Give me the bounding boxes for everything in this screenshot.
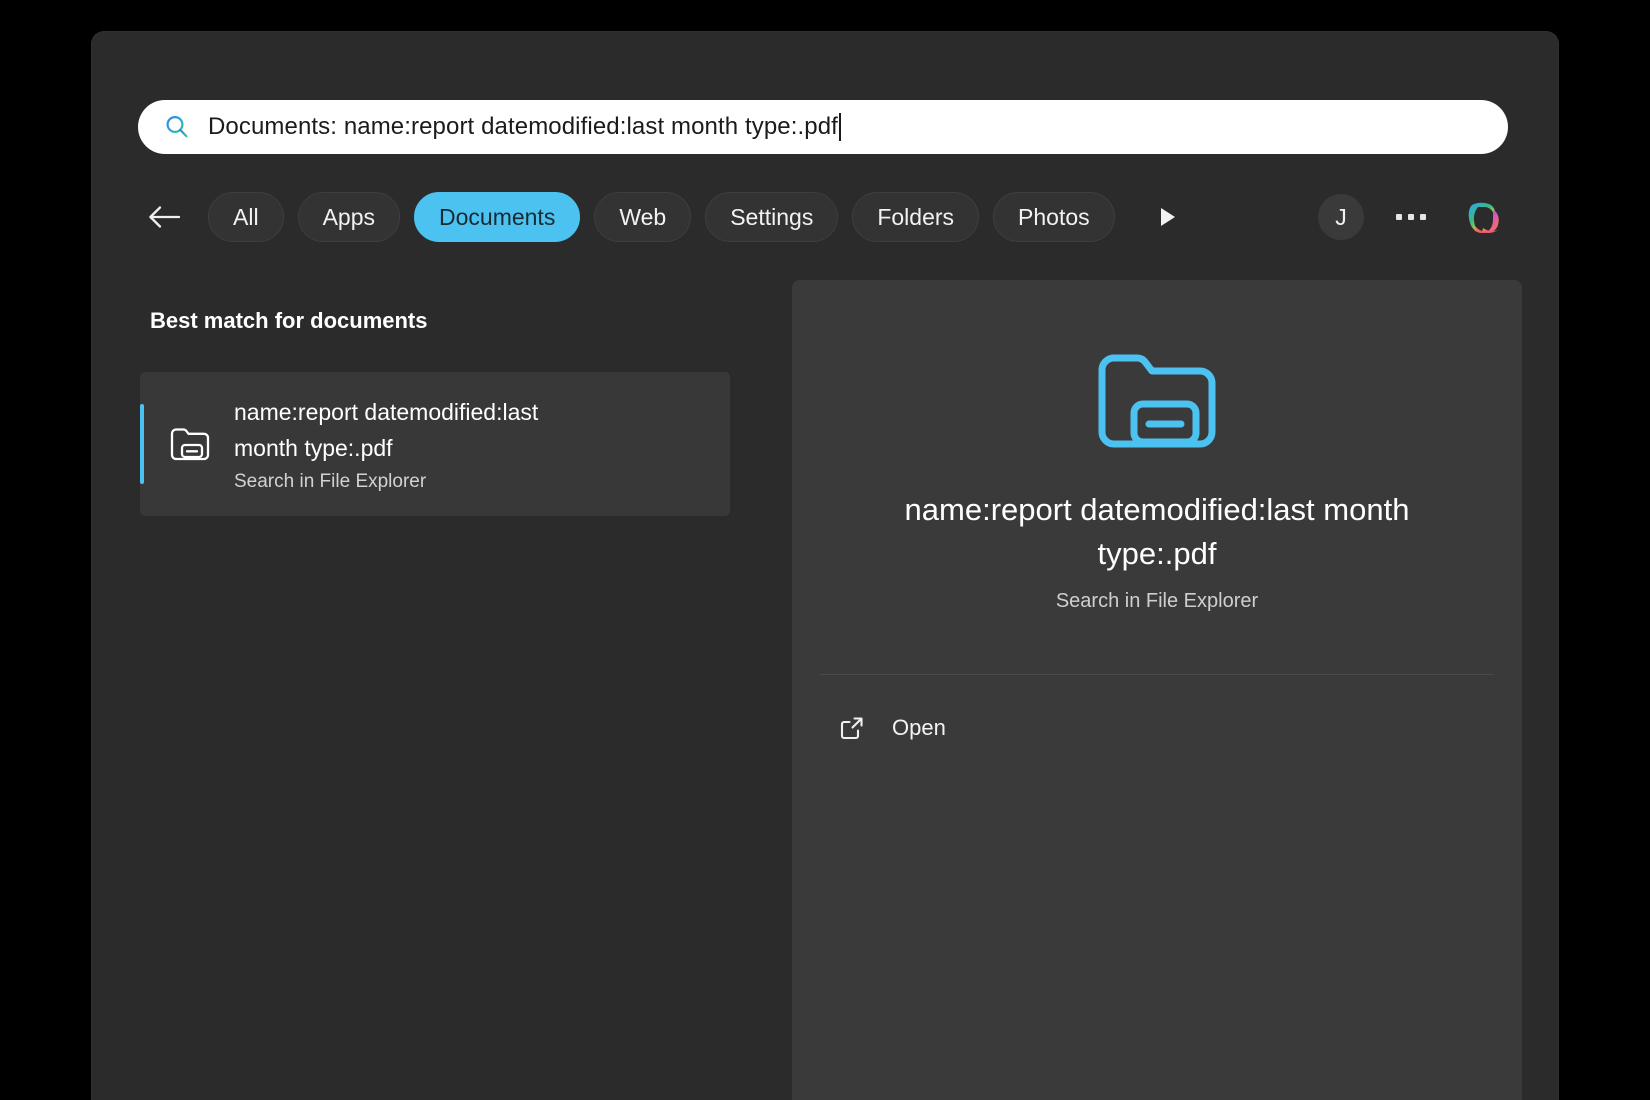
preview-pane: name:report datemodified:last month type… (792, 280, 1522, 1100)
search-icon (166, 115, 188, 138)
avatar-initial: J (1335, 203, 1347, 230)
tab-folders[interactable]: Folders (852, 192, 980, 242)
selection-accent-bar (140, 404, 144, 484)
tab-settings-label: Settings (730, 203, 814, 230)
search-window: Documents: name:report datemodified:last… (92, 32, 1558, 1100)
tabs-right-cluster: J (1318, 191, 1518, 243)
text-caret (838, 113, 841, 141)
copilot-button[interactable] (1458, 191, 1510, 243)
preview-subtitle: Search in File Explorer (1055, 590, 1259, 612)
tab-settings[interactable]: Settings (705, 192, 839, 242)
search-input-text-wrap: Documents: name:report datemodified:last… (208, 113, 841, 141)
search-input[interactable]: Documents: name:report datemodified:last… (138, 100, 1508, 154)
search-input-value: Documents: name:report datemodified:last… (208, 113, 838, 140)
divider (820, 674, 1494, 675)
folder-search-icon (1092, 342, 1222, 460)
tab-all[interactable]: All (208, 192, 284, 242)
search-bar: Documents: name:report datemodified:last… (138, 100, 1508, 154)
tab-apps[interactable]: Apps (297, 192, 400, 242)
tab-all-label: All (233, 203, 259, 230)
ellipsis-icon (1408, 214, 1414, 220)
tab-apps-label: Apps (322, 203, 375, 230)
back-button[interactable] (138, 193, 192, 241)
tab-web-label: Web (619, 203, 667, 230)
result-item-texts: name:report datemodified:last month type… (234, 395, 594, 492)
folder-search-icon (168, 422, 212, 466)
tabs-overflow-button[interactable] (1139, 192, 1195, 242)
best-match-header: Best match for documents (150, 308, 428, 333)
tab-photos-label: Photos (1018, 203, 1090, 230)
open-label: Open (892, 715, 946, 740)
result-item-subtitle: Search in File Explorer (234, 470, 427, 492)
tab-documents[interactable]: Documents (414, 192, 581, 242)
preview-title: name:report datemodified:last month type… (904, 492, 1410, 572)
tab-folders-label: Folders (877, 203, 955, 230)
result-item-title: name:report datemodified:last month type… (234, 399, 539, 461)
tab-photos[interactable]: Photos (993, 192, 1115, 242)
arrow-left-icon (149, 206, 181, 228)
tab-documents-label: Documents (439, 203, 556, 230)
avatar[interactable]: J (1318, 194, 1364, 240)
copilot-icon (1468, 202, 1499, 234)
results-pane: Best match for documents name:report dat… (92, 280, 792, 1100)
result-item-best-match[interactable]: name:report datemodified:last month type… (140, 372, 730, 516)
tab-web[interactable]: Web (594, 192, 692, 242)
chevron-right-icon (1160, 208, 1175, 226)
open-button[interactable]: Open (838, 700, 972, 756)
filter-tabs-bar: All Apps Documents Web Settings Folders … (138, 184, 1518, 250)
ellipsis-icon (1396, 214, 1402, 220)
more-options-button[interactable] (1388, 194, 1434, 240)
ellipsis-icon (1420, 214, 1426, 220)
open-external-icon (838, 714, 866, 742)
